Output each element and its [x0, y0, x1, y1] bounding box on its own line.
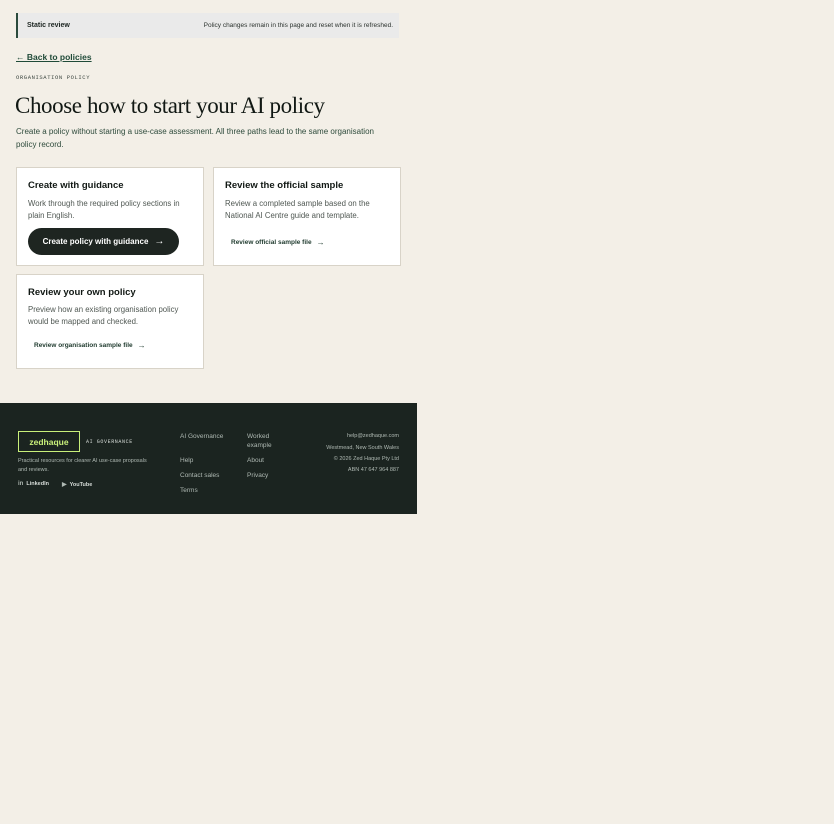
social-label: YouTube: [69, 481, 93, 488]
linkedin-icon: in: [18, 481, 24, 487]
linkedin-link[interactable]: in LinkedIn: [18, 481, 49, 487]
card-title: Create with guidance: [28, 180, 124, 191]
back-to-policies-link[interactable]: ← Back to policies: [16, 52, 92, 62]
card-description: Review a completed sample based on the N…: [225, 199, 370, 220]
footer-copyright: © 2026 Zed Haque Pty Ltd: [333, 456, 399, 462]
arrow-right-icon: →: [316, 238, 325, 247]
footer-link-privacy[interactable]: Privacy: [247, 471, 268, 480]
card-description: Preview how an existing organisation pol…: [28, 305, 179, 326]
footer-link-worked-example[interactable]: Worked example: [247, 432, 287, 450]
own-policy-card: Review your own policy Preview how an ex…: [16, 274, 204, 369]
social-label: LinkedIn: [26, 481, 49, 487]
footer-link-ai-governance[interactable]: AI Governance: [180, 432, 223, 441]
footer-link-contact-sales[interactable]: Contact sales: [180, 471, 219, 480]
arrow-right-icon: →: [154, 236, 165, 247]
youtube-link[interactable]: ▶ YouTube: [62, 481, 93, 489]
official-sample-card: Review the official sample Review a comp…: [213, 167, 401, 266]
page-eyebrow: ORGANISATION POLICY: [16, 74, 91, 81]
site-footer: zedhaque AI GOVERNANCE Practical resourc…: [0, 403, 417, 514]
footer-tagline: AI GOVERNANCE: [86, 439, 133, 445]
link-label: Review official sample file: [231, 239, 312, 246]
footer-abn: ABN 47 647 964 887: [347, 467, 399, 473]
page-title: Choose how to start your AI policy: [15, 93, 325, 118]
create-with-guidance-card: Create with guidance Work through the re…: [16, 167, 204, 266]
page-description: Create a policy without starting a use-c…: [16, 127, 374, 149]
create-policy-button[interactable]: Create policy with guidance →: [28, 228, 179, 255]
footer-link-help[interactable]: Help: [180, 456, 193, 465]
card-title: Review your own policy: [28, 287, 136, 298]
youtube-icon: ▶: [62, 482, 67, 488]
footer-description: Practical resources for clearer AI use-c…: [18, 458, 147, 473]
footer-logo[interactable]: zedhaque: [18, 431, 80, 452]
review-organisation-sample-link[interactable]: Review organisation sample file →: [34, 341, 146, 350]
banner-label: Static review: [27, 22, 70, 29]
card-description: Work through the required policy section…: [28, 199, 180, 220]
banner-note: Policy changes remain in this page and r…: [203, 22, 393, 29]
footer-link-terms[interactable]: Terms: [180, 486, 198, 495]
card-title: Review the official sample: [225, 180, 344, 191]
footer-link-about[interactable]: About: [247, 456, 264, 465]
button-label: Create policy with guidance: [42, 237, 149, 246]
footer-location: Westmead, New South Wales: [326, 445, 399, 451]
link-label: Review organisation sample file: [34, 342, 133, 349]
static-review-banner: Static review Policy changes remain in t…: [16, 13, 399, 38]
footer-email[interactable]: help@zedhaque.com: [347, 433, 399, 439]
review-official-sample-link[interactable]: Review official sample file →: [231, 238, 325, 247]
arrow-right-icon: →: [137, 341, 146, 350]
